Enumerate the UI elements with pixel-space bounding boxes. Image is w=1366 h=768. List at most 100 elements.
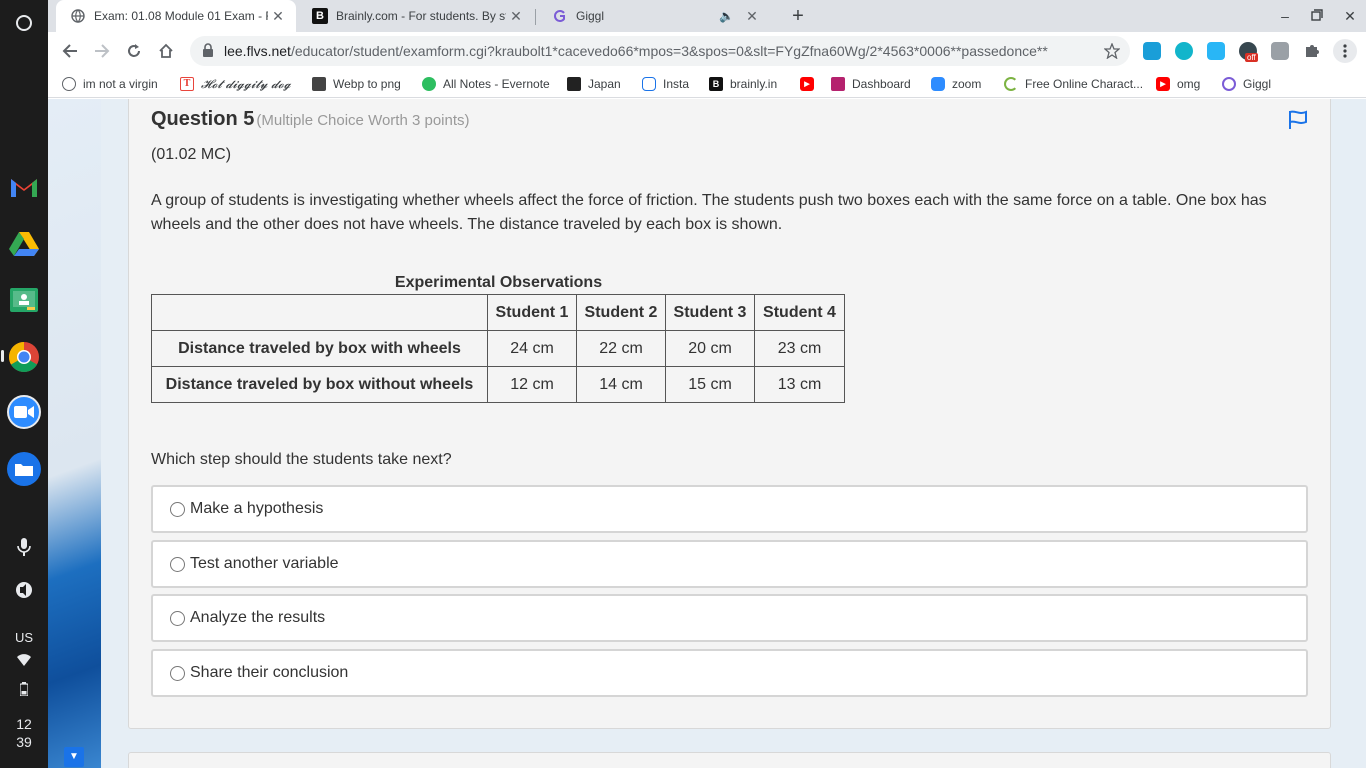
table-caption: Experimental Observations [394, 274, 603, 291]
media-controls-icon[interactable] [7, 573, 41, 607]
choice-label: Make a hypothesis [190, 500, 324, 517]
table-header-row: Student 1 Student 2 Student 3 Student 4 [151, 294, 845, 331]
table-cell: 23 cm [754, 330, 845, 367]
lock-icon[interactable] [202, 42, 214, 60]
menu-kebab-icon[interactable] [1333, 39, 1357, 63]
table-row-label: Distance traveled by box with wheels [151, 330, 488, 367]
radio-button[interactable] [170, 610, 185, 626]
audio-playing-icon[interactable]: 🔈 [719, 9, 734, 23]
back-button[interactable] [58, 39, 82, 63]
giggl-icon [1222, 77, 1236, 91]
extension-copy-icon[interactable] [1271, 42, 1289, 60]
flag-icon[interactable] [1287, 110, 1309, 135]
close-icon[interactable]: ✕ [742, 8, 762, 25]
loader-icon [1004, 77, 1018, 91]
extension-compass-icon[interactable] [1175, 42, 1193, 60]
table-row: Distance traveled by box with wheels 24 … [151, 330, 845, 367]
bookmark-giggl[interactable]: Giggl [1222, 75, 1271, 93]
close-window-button[interactable]: ✕ [1340, 6, 1360, 26]
answer-choice-b[interactable]: Test another variable [151, 540, 1308, 588]
maximize-button[interactable] [1307, 6, 1327, 26]
new-tab-button[interactable]: + [786, 4, 810, 28]
close-icon[interactable]: ✕ [268, 8, 288, 25]
table-cell: 20 cm [665, 330, 755, 367]
address-bar[interactable]: lee.flvs.net/educator/student/examform.c… [190, 36, 1130, 66]
table-row: Distance traveled by box without wheels … [151, 366, 845, 403]
bookmark-brainly[interactable]: Bbrainly.in [709, 75, 777, 93]
giggl-icon [552, 8, 568, 24]
converter-icon [312, 77, 326, 91]
table-cell: 24 cm [487, 330, 577, 367]
google-classroom-icon[interactable] [7, 283, 41, 317]
question-text: A group of students is investigating whe… [151, 192, 1267, 233]
question-points: (Multiple Choice Worth 3 points) [256, 112, 470, 129]
radio-button[interactable] [170, 665, 185, 681]
bookmark-omg[interactable]: ▶ omg [1156, 75, 1200, 93]
tab-brainly[interactable]: B Brainly.com - For students. By st ✕ [298, 0, 534, 32]
minimize-button[interactable]: – [1275, 6, 1295, 26]
puzzle-icon[interactable] [1300, 39, 1324, 63]
files-icon[interactable] [7, 452, 41, 486]
scroll-down-button[interactable]: ▼ [64, 747, 84, 767]
bookmark-dashboard[interactable]: Dashboard [831, 75, 911, 93]
question-code: (01.02 MC) [151, 146, 232, 163]
answer-choice-d[interactable]: Share their conclusion [151, 649, 1308, 697]
bookmark-free-online-character[interactable]: Free Online Charact... [1004, 75, 1143, 93]
table-header: Student 2 [576, 294, 666, 331]
bookmark-im-not-a-virgin[interactable]: im not a virgin [62, 75, 158, 93]
extension-cloud-icon[interactable] [1143, 42, 1161, 60]
bookmark-youtube[interactable]: ▶ [800, 75, 821, 93]
table-header-empty [151, 294, 488, 331]
forward-button[interactable] [90, 39, 114, 63]
bookmarks-bar: im not a virgin T 𝓗𝓸𝓽 𝓭𝓲𝓰𝓰𝓲𝓽𝔂 𝓭𝓸𝓰 Webp to… [48, 70, 1366, 98]
table-row-label: Distance traveled by box without wheels [151, 366, 488, 403]
tab-giggl[interactable]: Giggl 🔈 ✕ [538, 0, 770, 32]
bookmark-japan[interactable]: Japan [567, 75, 621, 93]
chrome-icon[interactable] [7, 340, 41, 374]
zoom-icon [931, 77, 945, 91]
answer-choice-a[interactable]: Make a hypothesis [151, 485, 1308, 533]
url-path: /educator/student/examform.cgi?kraubolt1… [290, 43, 1048, 59]
t-icon: T [180, 77, 194, 91]
brainly-icon: B [709, 77, 723, 91]
tab-exam[interactable]: Exam: 01.08 Module 01 Exam - F ✕ [56, 0, 296, 32]
radio-button[interactable] [170, 556, 185, 572]
bookmark-zoom[interactable]: zoom [931, 75, 981, 93]
launcher-icon[interactable] [7, 6, 41, 40]
wifi-icon[interactable] [0, 654, 48, 669]
table-cell: 12 cm [487, 366, 577, 403]
home-button[interactable] [154, 39, 178, 63]
answer-choice-c[interactable]: Analyze the results [151, 594, 1308, 642]
close-icon[interactable]: ✕ [506, 8, 526, 25]
star-icon[interactable] [1100, 39, 1124, 63]
bookmark-insta[interactable]: Insta [642, 75, 689, 93]
table-header: Student 4 [754, 294, 845, 331]
radio-button[interactable] [170, 501, 185, 517]
tab-title: Giggl [576, 9, 605, 23]
page-content: ▼ Question 5 (Multiple Choice Worth 3 po… [48, 99, 1366, 768]
table-header: Student 3 [665, 294, 755, 331]
google-drive-icon[interactable] [7, 226, 41, 260]
clock-minute[interactable]: 39 [0, 734, 48, 750]
gmail-icon[interactable] [7, 170, 41, 204]
bookmark-webp-to-png[interactable]: Webp to png [312, 75, 401, 93]
youtube-icon: ▶ [1156, 77, 1170, 91]
extension-badge: off [1245, 53, 1258, 62]
background-decoration [48, 99, 101, 768]
choice-label: Analyze the results [190, 609, 326, 626]
observations-table: Student 1 Student 2 Student 3 Student 4 … [151, 294, 845, 403]
globe-icon [62, 77, 76, 91]
battery-icon[interactable] [0, 682, 48, 699]
zoom-app-icon[interactable] [7, 395, 41, 429]
microphone-icon[interactable] [7, 530, 41, 564]
clock-hour[interactable]: 12 [0, 716, 48, 732]
extension-download-icon[interactable] [1207, 42, 1225, 60]
globe-icon [70, 8, 86, 24]
bookmark-evernote[interactable]: All Notes - Evernote [422, 75, 550, 93]
keyboard-language[interactable]: US [0, 630, 48, 645]
table-cell: 14 cm [576, 366, 666, 403]
bookmark-hot-diggity-dog[interactable]: T 𝓗𝓸𝓽 𝓭𝓲𝓰𝓰𝓲𝓽𝔂 𝓭𝓸𝓰 [180, 75, 291, 93]
evernote-icon [422, 77, 436, 91]
reload-button[interactable] [122, 39, 146, 63]
youtube-icon: ▶ [800, 77, 814, 91]
